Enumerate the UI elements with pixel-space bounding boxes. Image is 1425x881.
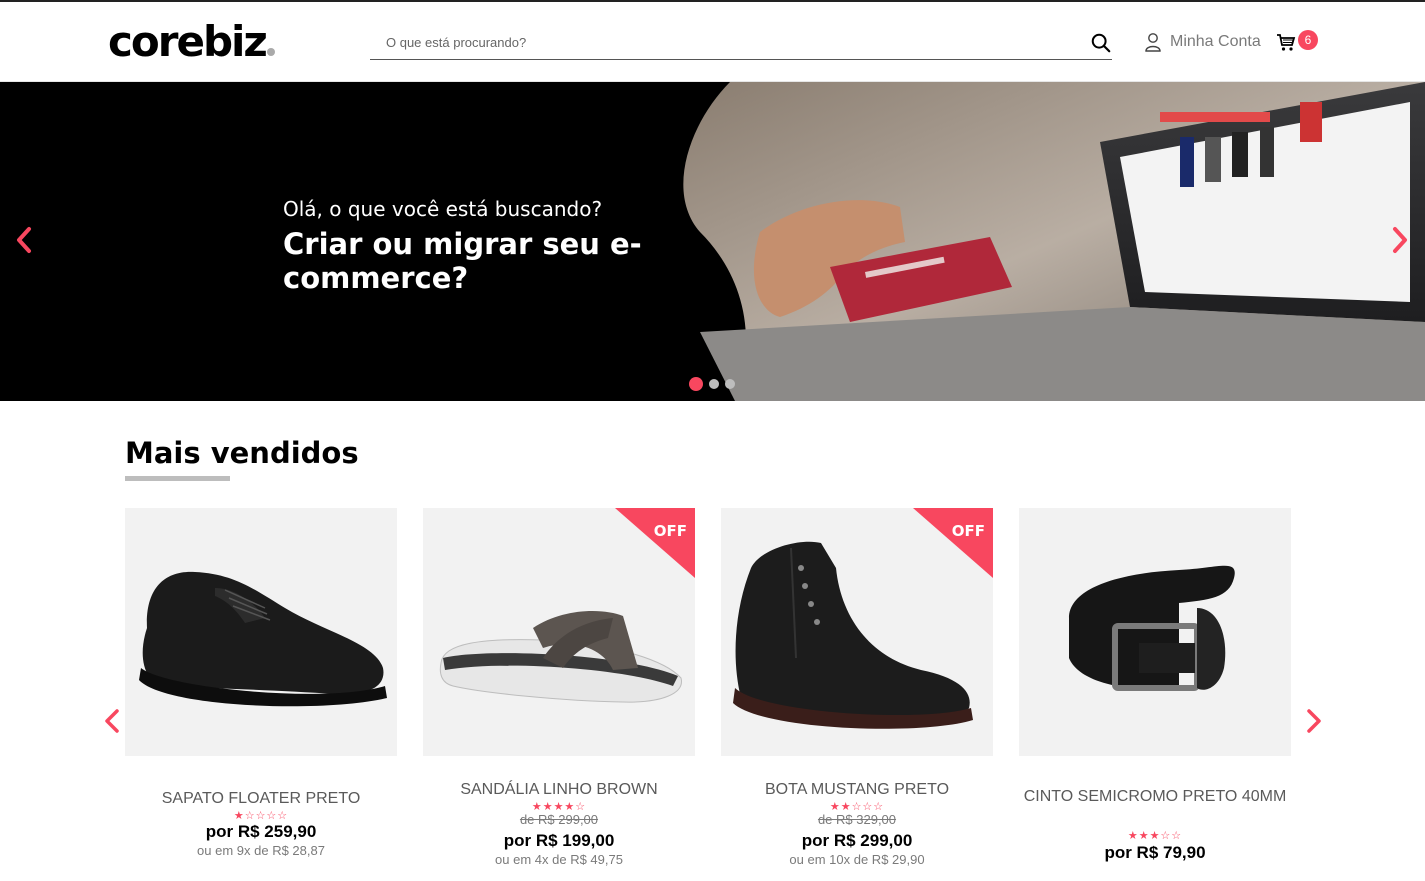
banner-prev-arrow[interactable] xyxy=(14,226,34,254)
product-image[interactable]: OFF xyxy=(423,508,695,756)
product-name: SANDÁLIA LINHO BROWN xyxy=(460,781,658,798)
product-installments: ou em 10x de R$ 29,90 xyxy=(789,852,925,867)
banner-pagination xyxy=(689,377,735,391)
product-card[interactable]: SAPATO FLOATER PRETO ★☆☆☆☆ por R$ 259,90… xyxy=(125,508,397,868)
product-installments: ou em 9x de R$ 28,87 xyxy=(197,843,325,858)
product-name: CINTO SEMICROMO PRETO 40MM xyxy=(1023,788,1287,805)
cart-count-badge: 6 xyxy=(1298,30,1318,50)
product-image[interactable]: OFF xyxy=(721,508,993,756)
cart-button[interactable]: 6 xyxy=(1276,30,1318,52)
banner-photo xyxy=(0,82,1425,401)
banner-subtitle: Olá, o que você está buscando? xyxy=(283,197,603,221)
account-link[interactable]: Minha Conta xyxy=(1144,32,1261,52)
off-badge-label: OFF xyxy=(951,522,985,540)
product-card[interactable]: CINTO SEMICROMO PRETO 40MM ★★★☆☆ por R$ … xyxy=(1019,508,1291,868)
banner-text: Olá, o que você está buscando? Criar ou … xyxy=(283,197,643,295)
off-badge-label: OFF xyxy=(653,522,687,540)
off-badge: OFF xyxy=(615,508,695,578)
product-list-price: de R$ 299,00 xyxy=(519,812,599,827)
logo[interactable]: corebiz xyxy=(108,20,275,64)
product-card[interactable]: OFF BOTA MUSTANG PRETO ★★☆☆☆ de R$ 329,0… xyxy=(721,508,993,868)
product-name: BOTA MUSTANG PRETO xyxy=(764,781,950,798)
user-icon xyxy=(1145,33,1161,52)
search-icon[interactable] xyxy=(1090,32,1112,54)
product-price: por R$ 79,90 xyxy=(1104,843,1206,862)
product-price: por R$ 299,00 xyxy=(801,831,913,850)
product-rating-stars: ★★★☆☆ xyxy=(1127,829,1183,842)
product-image[interactable] xyxy=(125,508,397,756)
cart-icon xyxy=(1277,34,1296,51)
logo-text: corebiz xyxy=(108,17,268,66)
account-label: Minha Conta xyxy=(1170,33,1261,50)
chevron-right-icon xyxy=(1307,709,1321,733)
banner-title: Criar ou migrar seu e-commerce? xyxy=(283,227,642,295)
banner-dot-2[interactable] xyxy=(709,379,719,389)
product-name: SAPATO FLOATER PRETO xyxy=(161,790,361,807)
chevron-left-icon xyxy=(105,709,119,733)
search-input[interactable] xyxy=(370,28,1060,56)
off-badge: OFF xyxy=(913,508,993,578)
chevron-right-icon xyxy=(1393,227,1407,253)
product-rating-stars: ★☆☆☆☆ xyxy=(233,809,289,822)
section-title: Mais vendidos xyxy=(125,436,359,470)
hero-banner: Olá, o que você está buscando? Criar ou … xyxy=(0,82,1425,401)
product-price: por R$ 259,90 xyxy=(205,822,317,841)
product-list-price: de R$ 329,00 xyxy=(817,812,897,827)
belt-image xyxy=(1069,565,1235,691)
banner-dot-3[interactable] xyxy=(725,379,735,389)
site-header: corebiz Minha Conta 6 xyxy=(0,0,1425,82)
logo-dot xyxy=(266,48,275,56)
product-card[interactable]: OFF SANDÁLIA LINHO BROWN ★★★★☆ de R$ 299… xyxy=(423,508,695,868)
shelf-next-arrow[interactable] xyxy=(1305,708,1323,734)
shelf-prev-arrow[interactable] xyxy=(103,708,121,734)
search-bar xyxy=(370,28,1112,60)
chevron-left-icon xyxy=(17,227,31,253)
section-underline xyxy=(125,476,230,481)
shoe-image xyxy=(139,571,387,707)
banner-next-arrow[interactable] xyxy=(1390,226,1410,254)
banner-dot-1[interactable] xyxy=(689,377,703,391)
product-installments: ou em 4x de R$ 49,75 xyxy=(495,852,623,867)
product-price: por R$ 199,00 xyxy=(503,831,615,850)
product-image[interactable] xyxy=(1019,508,1291,756)
